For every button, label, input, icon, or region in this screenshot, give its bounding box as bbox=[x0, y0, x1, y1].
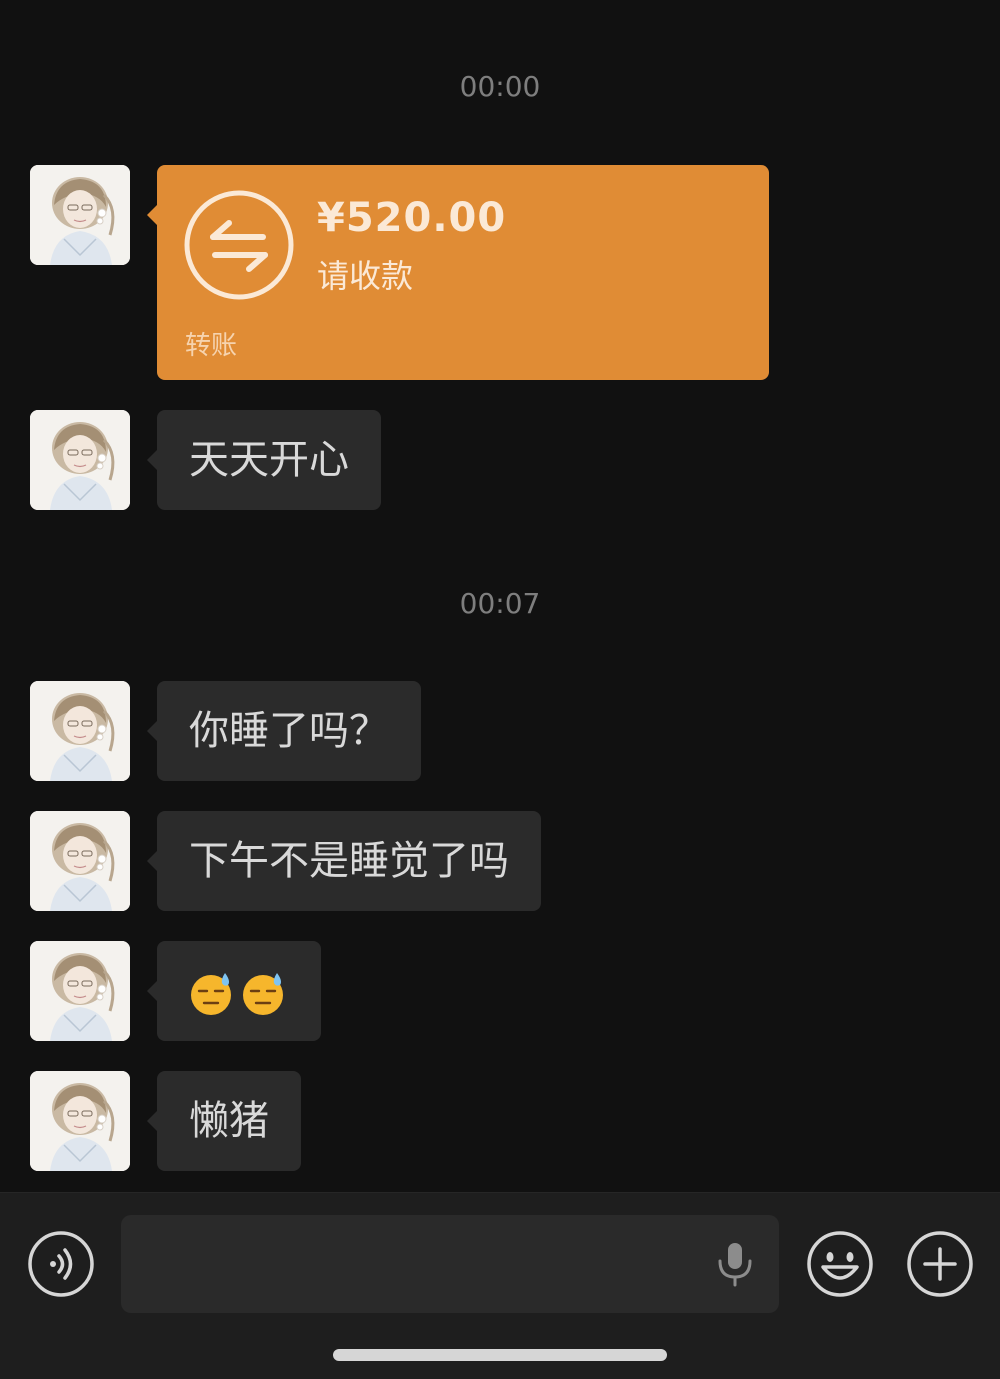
timestamp: 00:00 bbox=[459, 70, 541, 103]
transfer-arrows-icon bbox=[184, 190, 294, 300]
smiley-icon[interactable] bbox=[805, 1229, 875, 1299]
message-bubble-emoji[interactable] bbox=[147, 941, 321, 1041]
avatar[interactable] bbox=[30, 165, 130, 265]
transfer-amount: ¥520.00 bbox=[317, 195, 507, 241]
sweat-face-icon bbox=[187, 969, 235, 1017]
input-bar bbox=[0, 1192, 1000, 1379]
transfer-card[interactable]: ¥520.00 请收款 转账 bbox=[147, 165, 769, 380]
plus-icon[interactable] bbox=[905, 1229, 975, 1299]
avatar[interactable] bbox=[30, 681, 130, 781]
sweat-face-icon bbox=[239, 969, 287, 1017]
voice-icon[interactable] bbox=[26, 1229, 96, 1299]
transfer-label: 转账 bbox=[185, 331, 238, 361]
message-input[interactable] bbox=[121, 1215, 779, 1313]
avatar[interactable] bbox=[30, 410, 130, 510]
message-bubble[interactable]: 你睡了吗？ bbox=[147, 681, 421, 781]
microphone-icon[interactable] bbox=[714, 1241, 756, 1287]
transfer-note: 请收款 bbox=[317, 257, 414, 295]
divider bbox=[157, 313, 769, 314]
chat-area: 00:00 ¥520.00 请收款 转账 天天开心 00:07 你睡了吗？ 下午… bbox=[0, 0, 1000, 1192]
message-bubble[interactable]: 懒猪 bbox=[147, 1071, 301, 1171]
avatar[interactable] bbox=[30, 811, 130, 911]
avatar[interactable] bbox=[30, 1071, 130, 1171]
avatar[interactable] bbox=[30, 941, 130, 1041]
message-bubble[interactable]: 下午不是睡觉了吗 bbox=[147, 811, 541, 911]
timestamp: 00:07 bbox=[459, 587, 541, 620]
message-bubble[interactable]: 天天开心 bbox=[147, 410, 381, 510]
home-indicator bbox=[333, 1349, 667, 1361]
